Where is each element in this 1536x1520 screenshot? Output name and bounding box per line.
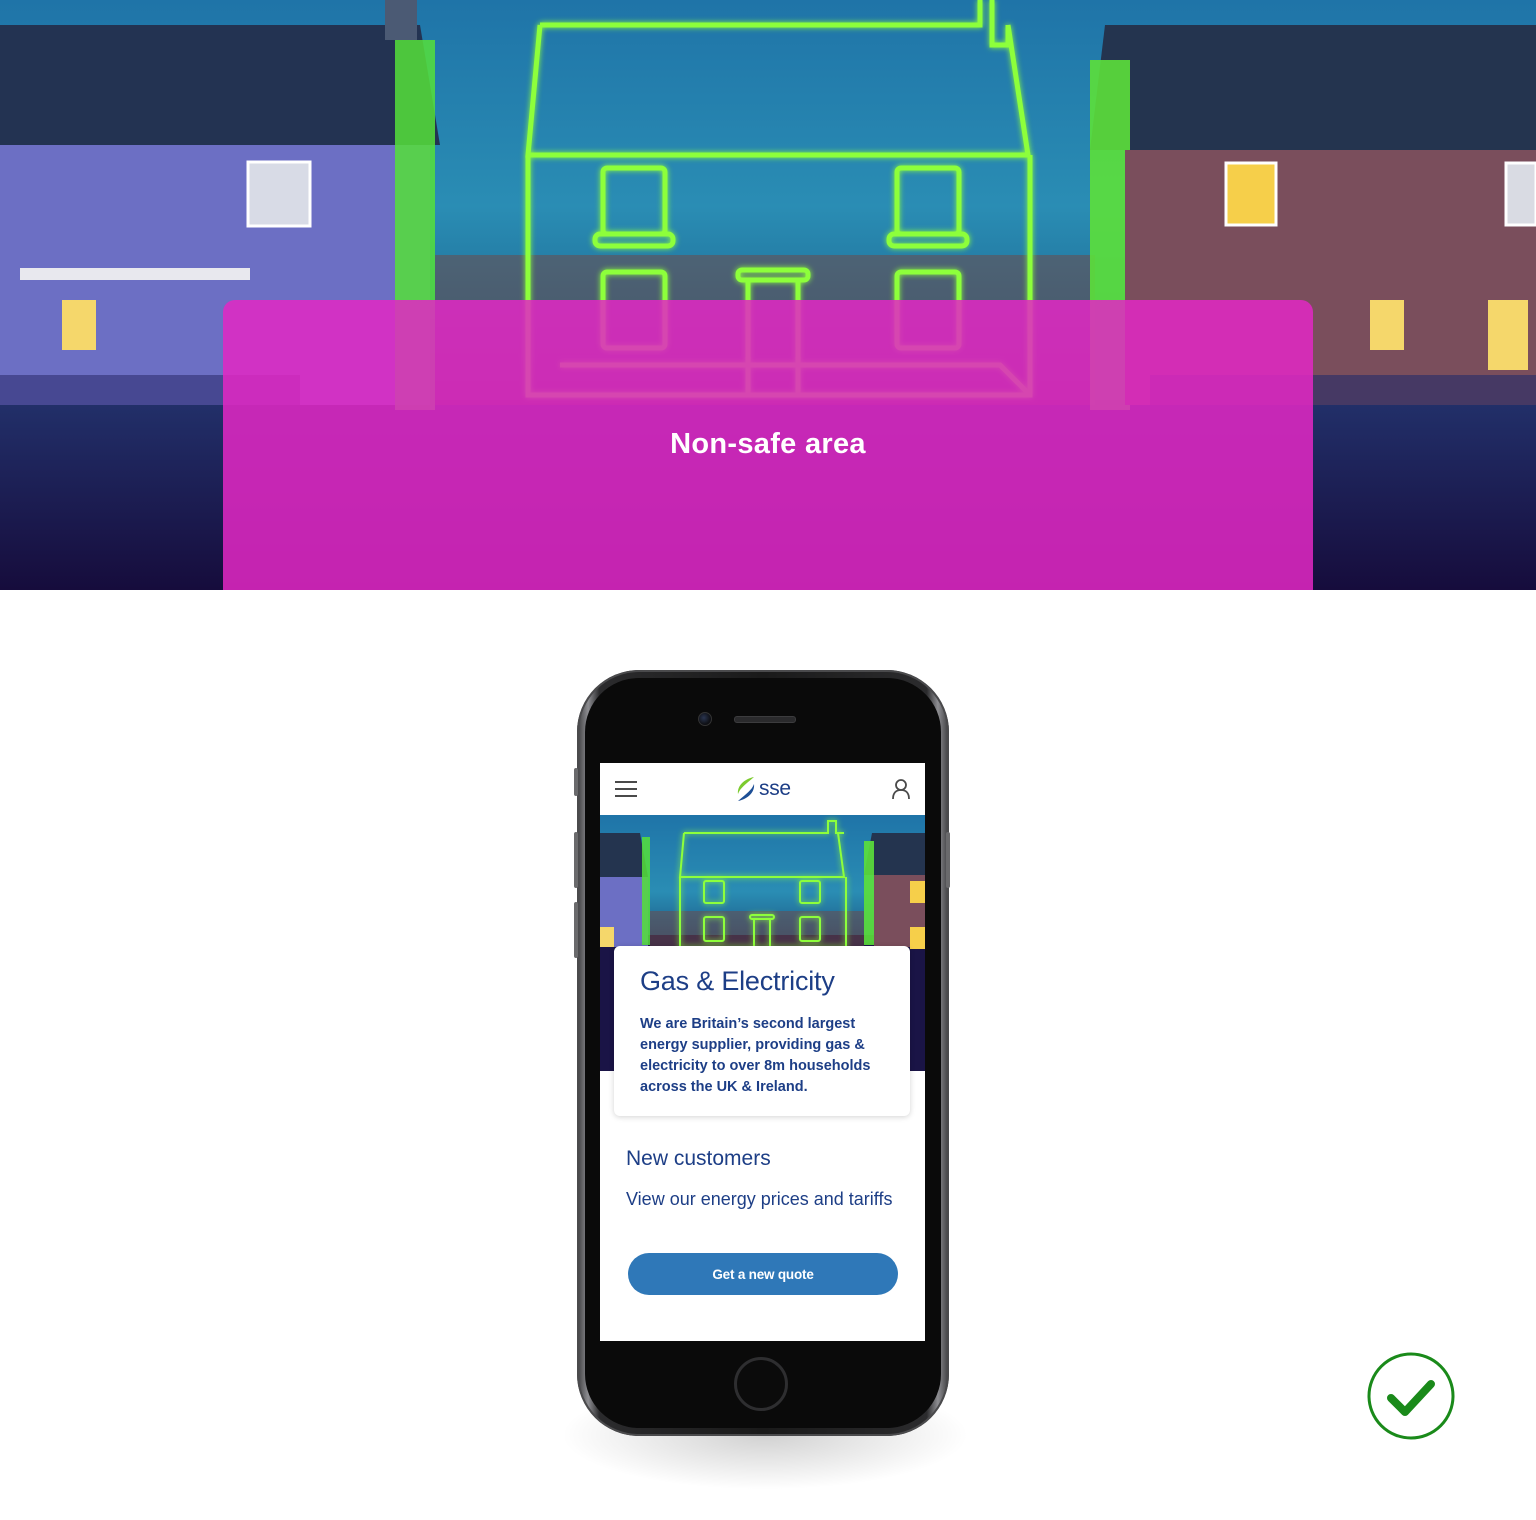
power-button <box>946 832 950 888</box>
card-body: We are Britain’s second largest energy s… <box>640 1016 871 1095</box>
non-safe-area-label: Non-safe area <box>670 428 866 460</box>
phone-screen: sse Gas & Electricity We are Britain’s s… <box>600 763 925 1341</box>
mute-switch <box>574 768 578 796</box>
non-safe-area-overlay: Non-safe area <box>223 300 1313 590</box>
volume-up-button <box>574 832 578 888</box>
menu-icon[interactable] <box>615 781 637 797</box>
hero-banner: Non-safe area <box>0 0 1536 590</box>
volume-down-button <box>574 902 578 958</box>
sse-logo[interactable]: sse <box>734 775 791 803</box>
checkmark-icon <box>1367 1352 1455 1440</box>
sse-logo-icon <box>737 777 755 801</box>
home-button[interactable] <box>734 1357 788 1411</box>
get-quote-button[interactable]: Get a new quote <box>628 1253 898 1295</box>
new-customers-heading: New customers <box>626 1147 771 1170</box>
user-icon[interactable] <box>890 778 912 800</box>
earpiece-speaker <box>734 716 796 723</box>
front-camera <box>698 712 712 726</box>
brand-name: sse <box>759 777 791 800</box>
new-customers-subtitle: View our energy prices and tariffs <box>626 1189 893 1209</box>
card-title: Gas & Electricity <box>640 966 835 996</box>
intro-card: Gas & Electricity We are Britain’s secon… <box>614 946 910 1116</box>
mobile-header: sse <box>600 763 925 815</box>
